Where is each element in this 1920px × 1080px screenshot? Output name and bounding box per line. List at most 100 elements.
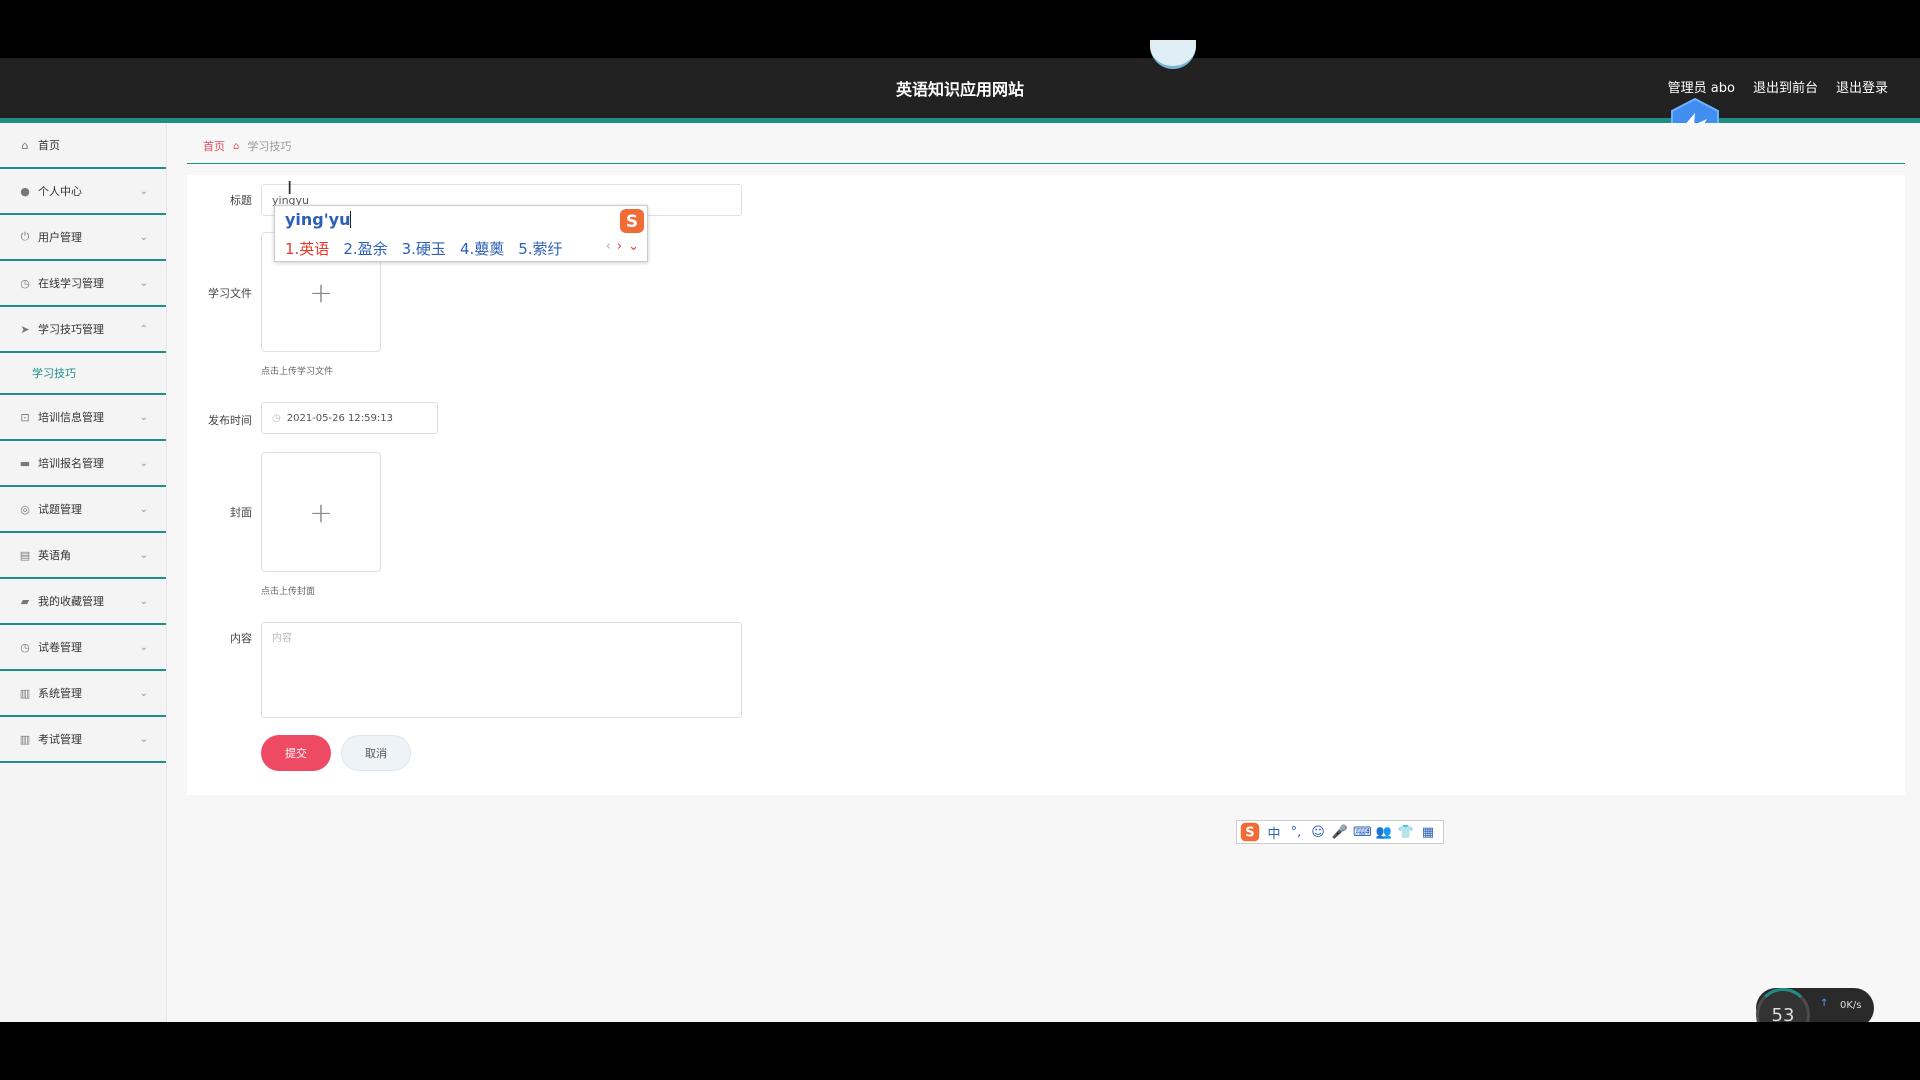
chevron-down-icon[interactable]: ⌄ — [628, 239, 639, 254]
sidebar-subitem-study-tips[interactable]: 学习技巧 — [0, 353, 166, 395]
skin-shirt-icon[interactable]: 👕 — [1397, 825, 1415, 840]
cancel-button[interactable]: 取消 — [341, 735, 411, 771]
sidebar-item-user-management[interactable]: ⏻ 用户管理 ⌄ — [0, 215, 166, 261]
ime-candidates: 1.英语 2.盈余 3.硬玉 4.蘡薁 5.萦纡 — [285, 238, 563, 259]
chat-icon: ▬ — [19, 456, 31, 470]
chevron-down-icon: ⌄ — [139, 503, 148, 515]
logout-link[interactable]: 退出登录 — [1836, 77, 1888, 96]
breadcrumb-divider — [187, 163, 1905, 164]
sidebar-item-question-management[interactable]: ◎ 试题管理 ⌄ — [0, 487, 166, 533]
clock-icon: ◷ — [20, 640, 30, 654]
sidebar-item-training-info[interactable]: ⊡ 培训信息管理 ⌄ — [0, 395, 166, 441]
content-label: 内容 — [230, 632, 252, 645]
sidebar-item-label: 试卷管理 — [38, 641, 82, 654]
ime-candidate[interactable]: 2.盈余 — [343, 238, 387, 259]
sidebar-item-label: 首页 — [38, 139, 60, 152]
ime-page-nav: ‹ › ⌄ — [606, 239, 639, 254]
sidebar-item-label: 个人中心 — [38, 185, 82, 198]
punctuation-icon[interactable]: °, — [1287, 825, 1305, 840]
breadcrumb-current: 学习技巧 — [247, 140, 292, 153]
sogou-logo-icon[interactable]: S — [1239, 822, 1261, 842]
submit-button[interactable]: 提交 — [261, 735, 331, 771]
sidebar-item-label: 英语角 — [38, 549, 71, 562]
letterbox-bottom — [0, 1022, 1920, 1080]
publish-time-value: 2021-05-26 12:59:13 — [286, 412, 393, 424]
keyboard-icon[interactable]: ⌨ — [1353, 825, 1372, 840]
sidebar-item-label: 用户管理 — [38, 231, 82, 244]
briefcase-icon: ▤ — [19, 548, 31, 562]
chinese-mode-icon[interactable]: 中 — [1265, 823, 1283, 842]
ime-candidate[interactable]: 5.萦纡 — [518, 238, 562, 259]
ime-candidate[interactable]: 1.英语 — [285, 238, 329, 259]
ime-candidate[interactable]: 3.硬玉 — [402, 238, 446, 259]
breadcrumb: 首页 ⌂ 学习技巧 — [203, 138, 291, 154]
home-icon: ⌂ — [233, 140, 240, 152]
chevron-down-icon: ⌄ — [139, 595, 148, 607]
sidebar-item-home[interactable]: ⌂ 首页 — [0, 123, 166, 169]
chevron-down-icon: ⌄ — [139, 687, 148, 699]
power-icon: ⏻ — [20, 230, 30, 243]
sidebar-item-label: 培训报名管理 — [38, 457, 104, 470]
header-actions: 管理员 abo 退出到前台 退出登录 — [1668, 77, 1888, 96]
ime-toolbar: S 中 °, ☺ 🎤 ⌨ 👥 👕 ▦ — [1236, 820, 1444, 844]
users-icon[interactable]: 👥 — [1375, 825, 1393, 840]
sidebar-item-label: 在线学习管理 — [38, 277, 104, 290]
ime-candidate-popup: ying'yu S 1.英语 2.盈余 3.硬玉 4.蘡薁 5.萦纡 ‹ › ⌄ — [274, 205, 648, 262]
user-icon: ● — [20, 184, 30, 198]
publish-time-label: 发布时间 — [208, 414, 252, 427]
plus-icon: + — [309, 495, 333, 529]
sidebar-item-label: 考试管理 — [38, 733, 82, 746]
chevron-down-icon: ⌄ — [139, 549, 148, 561]
sidebar-item-label: 试题管理 — [38, 503, 82, 516]
publish-time-input[interactable]: ◷ 2021-05-26 12:59:13 — [261, 402, 438, 434]
back-to-front-link[interactable]: 退出到前台 — [1753, 77, 1818, 96]
cover-label: 封面 — [230, 506, 252, 519]
clock-icon: ◷ — [272, 412, 281, 424]
target-icon: ◎ — [20, 502, 30, 516]
sidebar-item-english-corner[interactable]: ▤ 英语角 ⌄ — [0, 533, 166, 579]
chevron-up-icon: ⌃ — [139, 323, 148, 335]
sidebar-item-label: 学习技巧管理 — [38, 323, 104, 336]
content-textarea[interactable]: 内容 — [261, 622, 742, 718]
chevron-down-icon: ⌄ — [139, 733, 148, 745]
crop-icon: ⊡ — [20, 410, 30, 424]
sidebar-item-study-tips-management[interactable]: ➤ 学习技巧管理 ⌃ — [0, 307, 166, 353]
sidebar-item-label: 培训信息管理 — [38, 411, 104, 424]
ime-composition: ying'yu — [285, 210, 352, 229]
chevron-down-icon: ⌄ — [139, 231, 148, 243]
clipboard-icon: ▥ — [19, 686, 31, 700]
sidebar-item-favorites[interactable]: ▰ 我的收藏管理 ⌄ — [0, 579, 166, 625]
sidebar-item-personal-center[interactable]: ● 个人中心 ⌄ — [0, 169, 166, 215]
chevron-down-icon: ⌄ — [139, 641, 148, 653]
microphone-icon[interactable]: 🎤 — [1331, 825, 1349, 840]
study-file-hint: 点击上传学习文件 — [261, 367, 334, 377]
cover-upload[interactable]: + — [261, 452, 381, 572]
send-icon: ➤ — [20, 322, 30, 336]
sidebar-item-label: 系统管理 — [38, 687, 82, 700]
chevron-down-icon: ⌄ — [139, 457, 148, 469]
breadcrumb-home-link[interactable]: 首页 — [203, 138, 225, 154]
study-file-label: 学习文件 — [208, 287, 252, 300]
sidebar-item-system[interactable]: ▥ 系统管理 ⌄ — [0, 671, 166, 717]
sidebar-item-label: 我的收藏管理 — [38, 595, 104, 608]
svg-text:S: S — [1245, 826, 1254, 841]
sidebar-item-exam-management[interactable]: ▥ 考试管理 ⌄ — [0, 717, 166, 763]
title-label: 标题 — [230, 194, 252, 207]
chevron-left-icon[interactable]: ‹ — [606, 239, 611, 254]
ime-candidate[interactable]: 4.蘡薁 — [460, 238, 504, 259]
cover-hint: 点击上传封面 — [261, 587, 316, 597]
chevron-down-icon: ⌄ — [139, 411, 148, 423]
bookmark-icon: ▰ — [20, 594, 30, 608]
sidebar-item-training-signup[interactable]: ▬ 培训报名管理 ⌄ — [0, 441, 166, 487]
chevron-down-icon: ⌄ — [139, 185, 148, 197]
sidebar-item-exam-paper[interactable]: ◷ 试卷管理 ⌄ — [0, 625, 166, 671]
svg-text:S: S — [626, 212, 638, 232]
clock-icon: ◷ — [20, 276, 30, 290]
sogou-logo-icon: S — [620, 209, 644, 233]
upload-arrow-icon: ↑ — [1820, 998, 1829, 1009]
chevron-right-icon[interactable]: › — [617, 239, 622, 254]
letterbox-top — [0, 0, 1920, 58]
grid-menu-icon[interactable]: ▦ — [1419, 825, 1437, 840]
emoji-icon[interactable]: ☺ — [1309, 825, 1327, 840]
sidebar-item-online-learning[interactable]: ◷ 在线学习管理 ⌄ — [0, 261, 166, 307]
